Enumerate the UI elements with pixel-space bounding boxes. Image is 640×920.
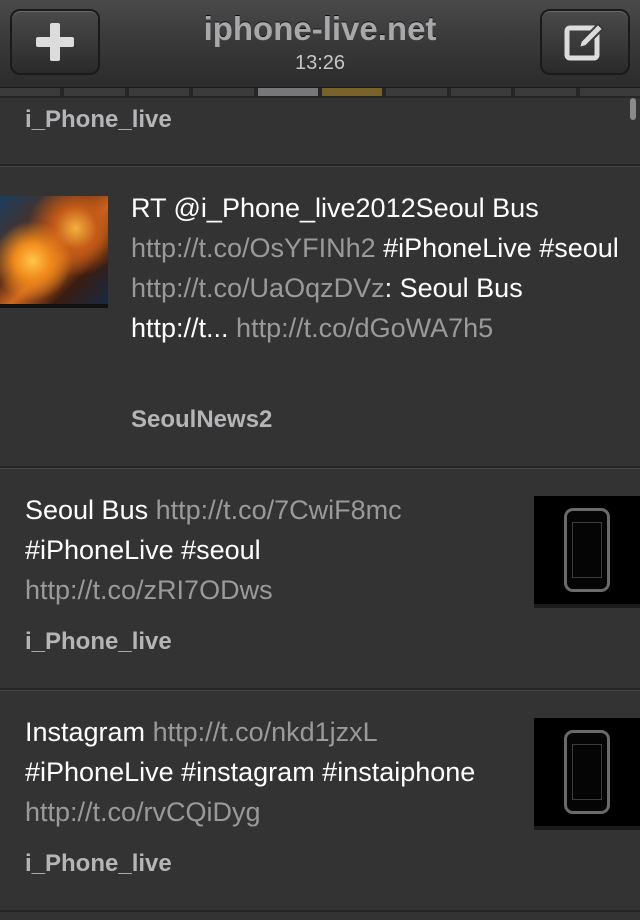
page-indicator-segment: [386, 88, 447, 96]
tweet-text: RT @i_Phone_live2012Seoul Bus http://t.c…: [131, 188, 621, 348]
tweet-link[interactable]: http://t.co/UaOqzDVz: [131, 273, 385, 303]
page-indicator-segment: [257, 88, 319, 96]
tweet-link[interactable]: http://t.co/nkd1jzxL: [153, 717, 377, 747]
tweet-username[interactable]: i_Phone_live: [25, 628, 172, 656]
tweet-cell[interactable]: RT @i_Phone_live2012Seoul Bus http://t.c…: [0, 166, 640, 468]
page-indicator-segment: [193, 88, 254, 96]
tweet-text-segment: #iPhoneLive #seoul: [25, 535, 261, 565]
page-indicator-segment: [128, 88, 190, 96]
navigation-bar: iphone-live.net 13:26: [0, 0, 640, 88]
page-indicator-segment: [515, 88, 576, 96]
page-indicator-segment: [579, 88, 640, 96]
tweet-link[interactable]: http://t.co/OsYFINh2: [131, 233, 376, 263]
page-indicator-segment: [64, 88, 125, 96]
iphone-image-icon: [564, 730, 610, 814]
tweet-link[interactable]: http://t.co/7CwiF8mc: [156, 495, 402, 525]
tweet-text: Seoul Bus http://t.co/7CwiF8mc #iPhoneLi…: [25, 490, 515, 610]
tweet-text-segment: Seoul Bus: [25, 495, 156, 525]
iphone-image-icon: [564, 508, 610, 592]
compose-tweet-button[interactable]: [540, 9, 630, 75]
tweet-text-segment: #iPhoneLive #instagram #instaiphone: [25, 757, 476, 787]
tweet-cell-partial[interactable]: i_Phone_live: [0, 98, 640, 166]
page-indicator: [0, 88, 640, 98]
tweet-text-segment: RT @i_Phone_live2012Seoul Bus: [131, 193, 539, 223]
tweet-text-segment: Instagram: [25, 717, 153, 747]
tweet-link[interactable]: http://t.co/zRI7ODws: [25, 575, 273, 605]
tweet-cell[interactable]: Seoul Bus http://t.co/7CwiF8mc #iPhoneLi…: [0, 468, 640, 690]
tweet-text-segment: #iPhoneLive #seoul: [375, 233, 619, 263]
tweet-photo-thumbnail[interactable]: [534, 718, 640, 826]
tweet-photo-thumbnail[interactable]: [534, 496, 640, 604]
tweet-photo-thumbnail[interactable]: [0, 196, 108, 304]
tweet-username[interactable]: i_Phone_live: [25, 850, 172, 878]
tweet-text: Instagram http://t.co/nkd1jzxL #iPhoneLi…: [25, 712, 515, 832]
tweet-link[interactable]: http://t.co/rvCQiDyg: [25, 797, 261, 827]
compose-icon: [564, 22, 605, 61]
page-indicator-segment: [450, 88, 512, 96]
tweet-username[interactable]: SeoulNews2: [131, 406, 272, 434]
page-indicator-segment: [322, 88, 383, 96]
tweet-cell[interactable]: Instagram http://t.co/nkd1jzxL #iPhoneLi…: [0, 690, 640, 912]
tweet-link[interactable]: http://t.co/dGoWA7h5: [236, 313, 493, 343]
tweet-username[interactable]: i_Phone_live: [25, 106, 172, 134]
page-indicator-segment: [0, 88, 61, 96]
